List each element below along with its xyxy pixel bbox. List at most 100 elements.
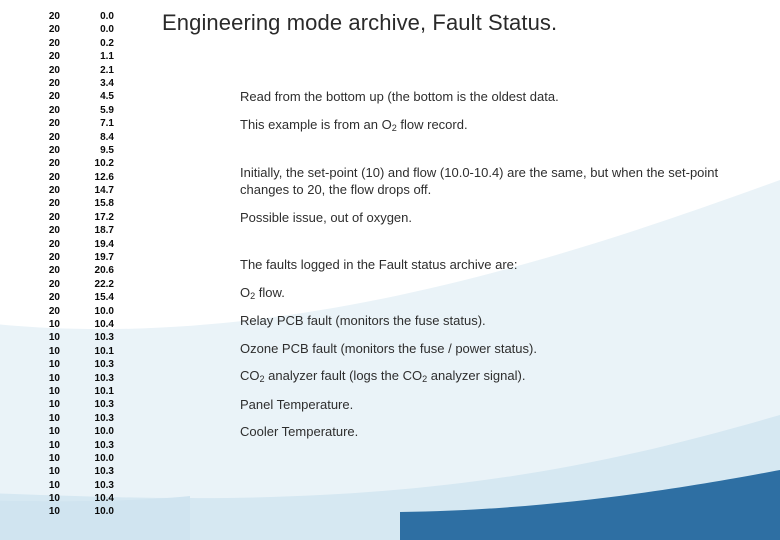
data-row: 202.1	[18, 64, 150, 77]
fault-o2-flow: O2 flow.	[240, 284, 746, 302]
setpoint-value: 10	[18, 372, 66, 385]
setpoint-value: 10	[18, 505, 66, 518]
flow-value: 5.9	[66, 104, 114, 117]
paragraph-faults-intro: The faults logged in the Fault status ar…	[240, 256, 746, 274]
flow-value: 9.5	[66, 144, 114, 157]
text-fragment: This example is from an O	[240, 117, 392, 132]
data-row: 2017.2	[18, 211, 150, 224]
flow-value: 10.4	[66, 318, 114, 331]
setpoint-value: 10	[18, 331, 66, 344]
setpoint-value: 10	[18, 452, 66, 465]
fault-panel-temp: Panel Temperature.	[240, 396, 746, 414]
data-row: 2012.6	[18, 171, 150, 184]
setpoint-value: 20	[18, 184, 66, 197]
text-fragment: analyzer fault (logs the CO	[265, 368, 423, 383]
main-text: Engineering mode archive, Fault Status. …	[150, 0, 780, 540]
flow-value: 8.4	[66, 131, 114, 144]
flow-value: 10.1	[66, 385, 114, 398]
setpoint-value: 20	[18, 104, 66, 117]
flow-value: 10.3	[66, 479, 114, 492]
flow-value: 20.6	[66, 264, 114, 277]
data-row: 1010.3	[18, 372, 150, 385]
data-row: 200.2	[18, 37, 150, 50]
data-row: 203.4	[18, 77, 150, 90]
flow-value: 10.3	[66, 331, 114, 344]
flow-value: 10.3	[66, 439, 114, 452]
data-row: 1010.3	[18, 412, 150, 425]
data-row: 209.5	[18, 144, 150, 157]
paragraph-issue: Possible issue, out of oxygen.	[240, 209, 746, 227]
flow-value: 10.3	[66, 358, 114, 371]
flow-value: 10.3	[66, 398, 114, 411]
flow-value: 0.0	[66, 23, 114, 36]
data-row: 2015.4	[18, 291, 150, 304]
setpoint-value: 10	[18, 412, 66, 425]
setpoint-value: 10	[18, 385, 66, 398]
data-row: 2020.6	[18, 264, 150, 277]
flow-value: 10.1	[66, 345, 114, 358]
setpoint-value: 20	[18, 291, 66, 304]
flow-value: 10.3	[66, 465, 114, 478]
data-row: 208.4	[18, 131, 150, 144]
setpoint-value: 20	[18, 117, 66, 130]
setpoint-value: 20	[18, 305, 66, 318]
flow-value: 12.6	[66, 171, 114, 184]
data-row: 1010.3	[18, 331, 150, 344]
setpoint-value: 20	[18, 131, 66, 144]
data-row: 1010.4	[18, 318, 150, 331]
data-row: 1010.3	[18, 479, 150, 492]
data-row: 1010.3	[18, 358, 150, 371]
data-row: 200.0	[18, 10, 150, 23]
data-row: 2018.7	[18, 224, 150, 237]
flow-value: 4.5	[66, 90, 114, 103]
data-row: 205.9	[18, 104, 150, 117]
flow-value: 10.2	[66, 157, 114, 170]
flow-value: 14.7	[66, 184, 114, 197]
setpoint-value: 10	[18, 345, 66, 358]
text-fragment: CO	[240, 368, 260, 383]
data-row: 1010.1	[18, 345, 150, 358]
data-row: 2022.2	[18, 278, 150, 291]
flow-value: 15.4	[66, 291, 114, 304]
data-row: 2010.0	[18, 305, 150, 318]
text-fragment: O	[240, 285, 250, 300]
setpoint-value: 20	[18, 77, 66, 90]
flow-value: 19.7	[66, 251, 114, 264]
paragraph-example: This example is from an O2 flow record.	[240, 116, 746, 134]
fault-co2-analyzer: CO2 analyzer fault (logs the CO2 analyze…	[240, 367, 746, 385]
flow-value: 7.1	[66, 117, 114, 130]
setpoint-value: 10	[18, 425, 66, 438]
setpoint-value: 20	[18, 10, 66, 23]
setpoint-value: 20	[18, 251, 66, 264]
data-row: 1010.0	[18, 425, 150, 438]
paragraph-reading-order: Read from the bottom up (the bottom is t…	[240, 88, 746, 106]
fault-relay-pcb: Relay PCB fault (monitors the fuse statu…	[240, 312, 746, 330]
flow-value: 10.0	[66, 425, 114, 438]
setpoint-value: 10	[18, 358, 66, 371]
setpoint-value: 20	[18, 197, 66, 210]
setpoint-value: 20	[18, 171, 66, 184]
setpoint-value: 20	[18, 278, 66, 291]
setpoint-value: 10	[18, 439, 66, 452]
text-fragment: flow.	[255, 285, 285, 300]
data-row: 200.0	[18, 23, 150, 36]
setpoint-value: 20	[18, 23, 66, 36]
setpoint-value: 10	[18, 479, 66, 492]
flow-value: 17.2	[66, 211, 114, 224]
setpoint-value: 20	[18, 157, 66, 170]
data-row: 2014.7	[18, 184, 150, 197]
data-row: 1010.4	[18, 492, 150, 505]
data-row: 1010.0	[18, 505, 150, 518]
setpoint-value: 20	[18, 211, 66, 224]
setpoint-value: 20	[18, 90, 66, 103]
setpoint-value: 10	[18, 398, 66, 411]
flow-value: 22.2	[66, 278, 114, 291]
setpoint-value: 20	[18, 144, 66, 157]
data-row: 2019.4	[18, 238, 150, 251]
setpoint-value: 20	[18, 64, 66, 77]
text-fragment: flow record.	[397, 117, 468, 132]
data-strip: 200.0200.0200.2201.1202.1203.4204.5205.9…	[0, 0, 150, 540]
text-fragment: analyzer signal).	[427, 368, 525, 383]
data-row: 2019.7	[18, 251, 150, 264]
data-row: 1010.3	[18, 439, 150, 452]
